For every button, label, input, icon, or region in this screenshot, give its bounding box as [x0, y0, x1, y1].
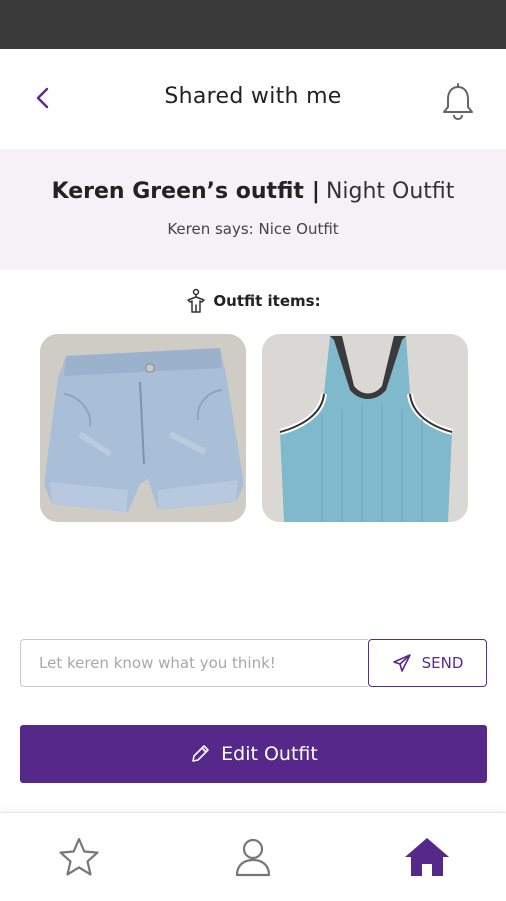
- outfit-item-shorts[interactable]: [40, 334, 246, 522]
- edit-outfit-label: Edit Outfit: [221, 743, 318, 765]
- nav-profile-button[interactable]: [228, 833, 278, 881]
- star-icon: [59, 837, 99, 876]
- blue-tank-top-image: [262, 334, 468, 522]
- home-icon: [405, 838, 449, 876]
- notifications-button[interactable]: [440, 82, 476, 122]
- outfit-message: Keren says: Nice Outfit: [167, 220, 339, 238]
- comment-row: SEND: [20, 639, 487, 687]
- nav-favorites-button[interactable]: [54, 833, 104, 881]
- nav-home-button[interactable]: [402, 833, 452, 881]
- outfit-items-label: Outfit items:: [213, 292, 321, 310]
- denim-shorts-image: [40, 334, 246, 522]
- status-bar: [0, 0, 506, 49]
- hanger-icon: [187, 288, 206, 313]
- send-label: SEND: [421, 654, 464, 672]
- outfit-name: Night Outfit: [325, 179, 455, 204]
- outfit-banner: Keren Green’s outfit | Night Outfit Keren …: [0, 149, 506, 270]
- user-icon: [235, 838, 271, 877]
- app-header: Shared with me: [0, 49, 506, 149]
- send-button[interactable]: SEND: [368, 639, 487, 687]
- bell-icon: [443, 83, 473, 121]
- paper-plane-icon: [392, 654, 411, 672]
- outfit-title: Keren Green’s outfit | Night Outfit: [0, 179, 506, 204]
- outfit-items-heading: Outfit items:: [0, 288, 506, 314]
- page-title: Shared with me: [164, 84, 342, 109]
- title-separator: |: [311, 179, 320, 204]
- outfit-item-top[interactable]: [262, 334, 468, 522]
- edit-outfit-button[interactable]: Edit Outfit: [20, 725, 487, 783]
- bottom-nav: [0, 812, 506, 901]
- outfit-owner-title: Keren Green’s outfit: [51, 179, 304, 204]
- pencil-icon: [192, 745, 209, 762]
- comment-input[interactable]: [20, 639, 368, 687]
